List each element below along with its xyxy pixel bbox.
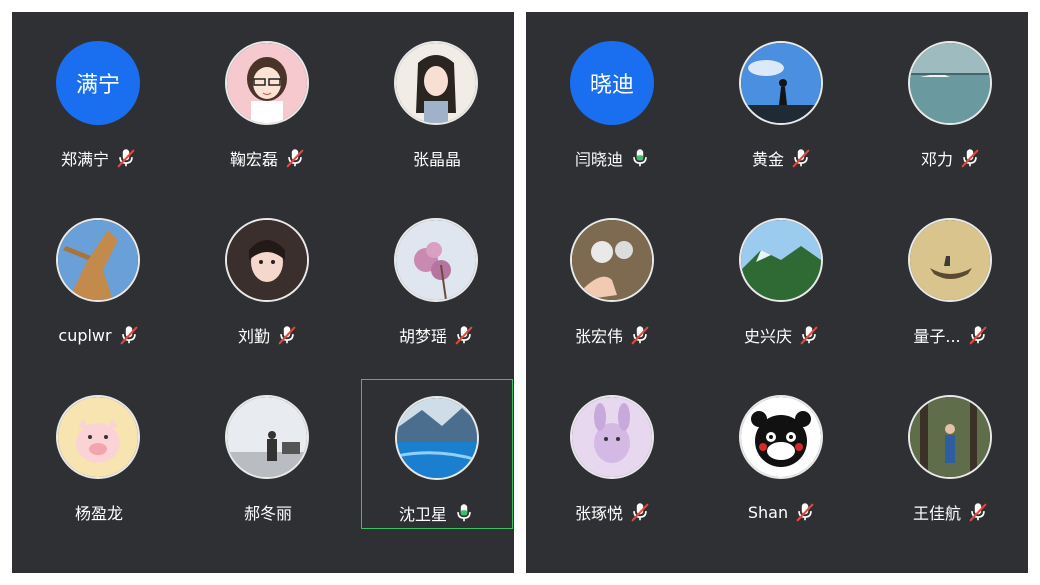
- participants-panel-right: 晓迪 闫晓迪 黄金 邓力 张宏伟 史兴庆 量子... 张琢悦 Shan 王佳航: [526, 12, 1028, 573]
- mic-muted-icon: [794, 501, 816, 523]
- participant-label: 量子...: [875, 323, 1027, 347]
- participant-tile[interactable]: 胡梦瑶: [361, 202, 513, 352]
- sky-silhouette-image: [739, 41, 823, 125]
- participant-name: 王佳航: [912, 504, 961, 523]
- anime-girl-image: [394, 41, 478, 125]
- participant-label: 闫晓迪: [537, 146, 689, 170]
- mic-active-icon: [629, 147, 651, 169]
- participant-name: 鞠宏磊: [229, 150, 278, 169]
- mic-active-icon: [453, 502, 475, 524]
- participant-tile[interactable]: cuplwr: [23, 202, 175, 352]
- participant-label: 杨盈龙: [23, 500, 175, 524]
- mic-muted-icon: [959, 147, 981, 169]
- mic-muted-icon: [967, 501, 989, 523]
- participant-name: 张宏伟: [574, 327, 623, 346]
- street-photo-image: [225, 395, 309, 479]
- participant-name: 胡梦瑶: [398, 327, 447, 346]
- participant-name: 张晶晶: [412, 150, 461, 169]
- participant-name: 量子...: [913, 327, 961, 346]
- participant-tile[interactable]: 王佳航: [875, 379, 1027, 529]
- participant-label: 张宏伟: [537, 323, 689, 347]
- avatar-initials: 晓迪: [570, 41, 654, 125]
- forest-person-image: [908, 395, 992, 479]
- participant-tile[interactable]: 郝冬丽: [192, 379, 344, 529]
- dandelion-hand-image: [570, 218, 654, 302]
- participant-tile[interactable]: 晓迪闫晓迪: [537, 25, 689, 175]
- green-mountain-image: [739, 218, 823, 302]
- participant-tile[interactable]: 杨盈龙: [23, 379, 175, 529]
- participant-name: 杨盈龙: [74, 504, 123, 523]
- mic-muted-icon: [629, 324, 651, 346]
- participant-name: 闫晓迪: [574, 150, 623, 169]
- participant-name: 郝冬丽: [243, 504, 292, 523]
- participant-label: cuplwr: [23, 323, 175, 347]
- participant-tile[interactable]: 张琢悦: [537, 379, 689, 529]
- mic-muted-icon: [629, 501, 651, 523]
- tree-branch-image: [56, 218, 140, 302]
- plush-bunny-image: [570, 395, 654, 479]
- mic-muted-icon: [790, 147, 812, 169]
- cartoon-girl-glasses-image: [225, 41, 309, 125]
- participant-tile[interactable]: 刘勤: [192, 202, 344, 352]
- participant-name: 史兴庆: [743, 327, 792, 346]
- mic-muted-icon: [284, 147, 306, 169]
- participant-label: 郑满宁: [23, 146, 175, 170]
- participant-tile[interactable]: Shan: [706, 379, 858, 529]
- participant-tile[interactable]: 邓力: [875, 25, 1027, 175]
- participant-label: 胡梦瑶: [361, 323, 513, 347]
- participant-label: 鞠宏磊: [192, 146, 344, 170]
- participant-tile[interactable]: 张晶晶: [361, 25, 513, 175]
- cartoon-pig-image: [56, 395, 140, 479]
- participant-tile[interactable]: 满宁郑满宁: [23, 25, 175, 175]
- participant-label: 刘勤: [192, 323, 344, 347]
- participant-tile[interactable]: 鞠宏磊: [192, 25, 344, 175]
- participant-label: 张晶晶: [361, 146, 513, 170]
- participant-label: Shan: [706, 500, 858, 524]
- mic-muted-icon: [798, 324, 820, 346]
- girl-portrait-image: [225, 218, 309, 302]
- participant-tile[interactable]: 量子...: [875, 202, 1027, 352]
- participant-name: 邓力: [920, 150, 953, 169]
- participant-tile[interactable]: 沈卫星: [361, 379, 513, 529]
- participant-name: 张琢悦: [574, 504, 623, 523]
- participant-name: 郑满宁: [60, 150, 109, 169]
- boat-painting-image: [908, 218, 992, 302]
- participant-label: 黄金: [706, 146, 858, 170]
- kumamon-bear-image: [739, 395, 823, 479]
- participant-label: 沈卫星: [362, 501, 512, 525]
- participant-name: cuplwr: [58, 325, 112, 345]
- participant-name: 沈卫星: [398, 505, 447, 524]
- mountain-lake-image: [395, 396, 479, 480]
- participant-name: Shan: [747, 502, 789, 522]
- participant-label: 王佳航: [875, 500, 1027, 524]
- mic-muted-icon: [115, 147, 137, 169]
- participant-name: 黄金: [751, 150, 784, 169]
- participant-label: 郝冬丽: [192, 500, 344, 524]
- participant-label: 史兴庆: [706, 323, 858, 347]
- mic-muted-icon: [118, 324, 140, 346]
- participant-tile[interactable]: 黄金: [706, 25, 858, 175]
- flower-blossom-image: [394, 218, 478, 302]
- ocean-landscape-image: [908, 41, 992, 125]
- participant-label: 张琢悦: [537, 500, 689, 524]
- participant-name: 刘勤: [237, 327, 270, 346]
- mic-muted-icon: [967, 324, 989, 346]
- mic-muted-icon: [453, 324, 475, 346]
- avatar-initials: 满宁: [56, 41, 140, 125]
- participant-label: 邓力: [875, 146, 1027, 170]
- participant-tile[interactable]: 史兴庆: [706, 202, 858, 352]
- participant-tile[interactable]: 张宏伟: [537, 202, 689, 352]
- mic-muted-icon: [276, 324, 298, 346]
- participants-panel-left: 满宁 郑满宁 鞠宏磊 张晶晶 cuplwr 刘勤 胡梦瑶 杨盈龙 郝冬丽 沈卫星: [12, 12, 514, 573]
